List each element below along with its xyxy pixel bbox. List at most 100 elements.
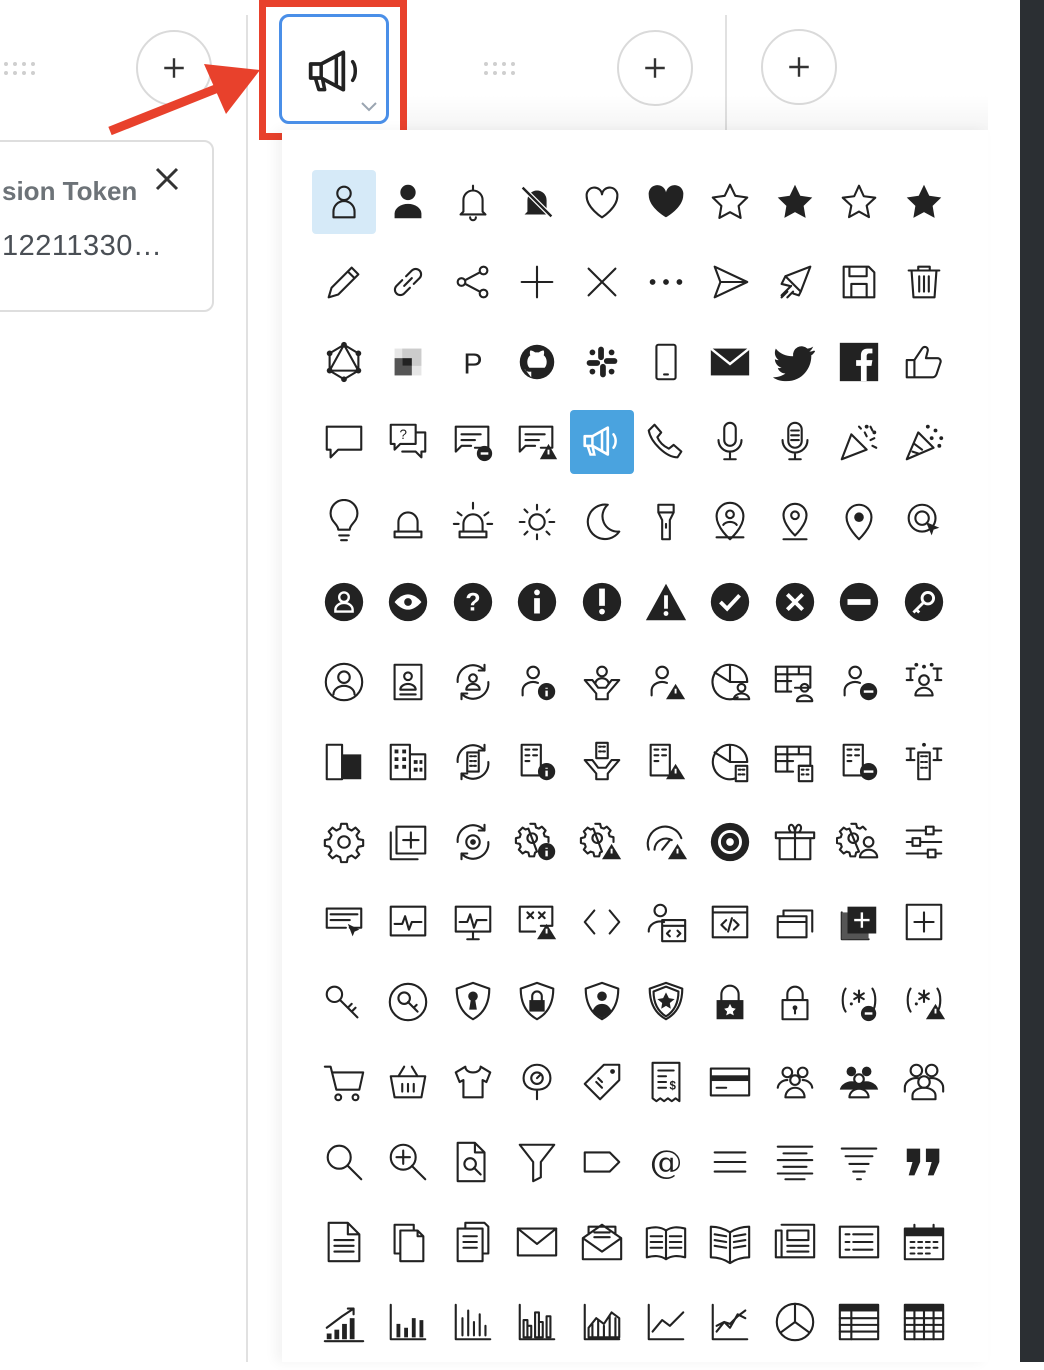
icon-option-pencil[interactable] [312,250,376,314]
icon-option-align-center[interactable] [763,1130,827,1194]
add-button-right[interactable] [761,29,837,105]
icon-option-envelope[interactable] [698,330,762,394]
icon-option-user-minus[interactable] [827,650,891,714]
icon-option-table-grid[interactable] [892,1290,956,1354]
icon-option-podcast-mic[interactable] [763,410,827,474]
icon-option-minus-circle[interactable] [827,570,891,634]
icon-option-document[interactable] [312,1210,376,1274]
icon-option-password-minus[interactable] [827,970,891,1034]
icon-option-user-table[interactable] [763,650,827,714]
icon-option-star-solid[interactable] [763,170,827,234]
icon-option-message-minus[interactable] [441,410,505,474]
icon-option-square-plus[interactable] [892,890,956,954]
icon-option-heart-outline[interactable] [570,170,634,234]
icon-option-eye-circle[interactable] [376,570,440,634]
icon-option-quote[interactable] [892,1130,956,1194]
icon-option-trash[interactable] [892,250,956,314]
icon-option-building-warning[interactable] [634,730,698,794]
icon-option-user-info[interactable] [505,650,569,714]
icon-option-mail[interactable] [505,1210,569,1274]
icon-option-mail-open[interactable] [570,1210,634,1274]
icon-option-shield-keyhole[interactable] [441,970,505,1034]
icon-option-user-chart[interactable] [698,650,762,714]
icon-option-link[interactable] [376,250,440,314]
icon-option-user-code[interactable] [634,890,698,954]
icon-option-sun[interactable] [505,490,569,554]
icon-option-book-lines[interactable] [698,1210,762,1274]
icon-option-sliders[interactable] [892,810,956,874]
icon-option-buildings[interactable] [376,730,440,794]
icon-option-building-info[interactable] [505,730,569,794]
icon-option-star-outline-alt[interactable] [827,170,891,234]
icon-option-cart[interactable] [312,1050,376,1114]
close-icon[interactable] [152,164,182,194]
icon-option-key[interactable] [312,970,376,1034]
icon-option-documents[interactable] [441,1210,505,1274]
icon-option-parking-meter[interactable] [505,1050,569,1114]
drag-handle-left[interactable] [4,62,44,78]
icon-option-slack[interactable] [570,330,634,394]
icon-option-user-circle-outline[interactable] [312,650,376,714]
icon-option-building-network[interactable] [892,730,956,794]
icon-option-shield-lock[interactable] [505,970,569,1034]
icon-option-mobile[interactable] [634,330,698,394]
icon-option-heart-solid[interactable] [634,170,698,234]
icon-option-calendar[interactable] [892,1210,956,1274]
icon-option-line-chart[interactable] [634,1290,698,1354]
icon-option-book-open[interactable] [634,1210,698,1274]
icon-option-newspaper[interactable] [763,1210,827,1274]
icon-selector-button[interactable] [279,14,389,124]
icon-option-shield-user[interactable] [570,970,634,1034]
icon-option-filter[interactable] [505,1130,569,1194]
icon-option-graphql[interactable] [312,330,376,394]
icon-option-table[interactable] [827,1290,891,1354]
icon-option-phone[interactable] [634,410,698,474]
icon-option-credit-card[interactable] [698,1050,762,1114]
icon-option-basket[interactable] [376,1050,440,1114]
icon-option-code[interactable] [570,890,634,954]
icon-option-party-popper[interactable] [827,410,891,474]
icon-option-search[interactable] [312,1130,376,1194]
icon-option-ellipsis[interactable] [634,250,698,314]
icon-option-password-warning[interactable] [892,970,956,1034]
icon-option-flashlight[interactable] [634,490,698,554]
icon-option-lightbulb[interactable] [312,490,376,554]
icon-option-shield-star[interactable] [634,970,698,1034]
icon-option-chart-growth[interactable] [312,1290,376,1354]
icon-option-zoom-in[interactable] [376,1130,440,1194]
icon-option-pie-chart[interactable] [763,1290,827,1354]
icon-option-send[interactable] [698,250,762,314]
icon-option-star-solid-alt[interactable] [892,170,956,234]
icon-option-users-solid[interactable] [827,1050,891,1114]
icon-option-shirt[interactable] [441,1050,505,1114]
icon-option-gear-warning[interactable] [570,810,634,874]
icon-option-invoice[interactable]: $ [634,1050,698,1114]
icon-option-bell[interactable] [441,170,505,234]
icon-option-bar-chart-alt[interactable] [441,1290,505,1354]
icon-option-building[interactable] [312,730,376,794]
icon-option-window-add[interactable] [376,810,440,874]
icon-option-building-chart[interactable] [698,730,762,794]
icon-option-user-warning[interactable] [634,650,698,714]
icon-option-key-circle[interactable] [892,570,956,634]
icon-option-gear-user[interactable] [827,810,891,874]
icon-option-gear-info[interactable] [505,810,569,874]
icon-option-alarm-bell[interactable] [376,490,440,554]
icon-option-save[interactable] [827,250,891,314]
icon-option-facebook[interactable] [827,330,891,394]
icon-option-key-circle-outline[interactable] [376,970,440,1034]
icon-option-location-click[interactable] [892,490,956,554]
icon-option-align-justify[interactable] [698,1130,762,1194]
icon-option-copy[interactable] [376,1210,440,1274]
icon-option-user-badge[interactable] [376,650,440,714]
icon-option-rocket[interactable] [763,250,827,314]
icon-option-area-chart[interactable] [570,1290,634,1354]
icon-option-megaphone[interactable] [569,410,634,474]
icon-option-info-circle[interactable] [505,570,569,634]
icon-option-siren[interactable] [441,490,505,554]
icon-option-users-group[interactable] [892,1050,956,1114]
icon-option-building-funnel[interactable] [570,730,634,794]
icon-option-label[interactable] [570,1130,634,1194]
icon-option-list[interactable] [827,1210,891,1274]
icon-option-star-outline[interactable] [698,170,762,234]
